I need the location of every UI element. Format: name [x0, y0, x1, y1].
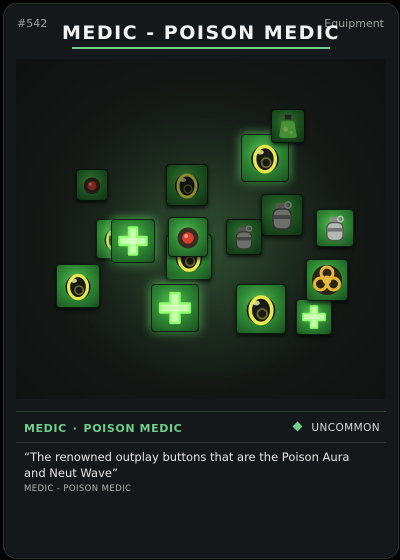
ability-tile-mine: [76, 169, 108, 201]
ability-tile-poison-flask: [271, 109, 305, 143]
card-meta-row: MEDIC · POISON MEDIC UNCOMMON: [24, 421, 380, 438]
card-artwork: [16, 59, 386, 399]
ability-tile-mine: [168, 217, 208, 257]
flavor-text: “The renowned outplay buttons that are t…: [24, 450, 350, 480]
ability-tile-medic-cross: [296, 299, 332, 335]
ability-tile-gas-grenade: [261, 194, 303, 236]
card-subline: MEDIC - POISON MEDIC: [24, 484, 132, 494]
meta-separator: ·: [72, 422, 78, 435]
rarity-badge: UNCOMMON: [292, 421, 380, 434]
equipment-card: #542 Equipment MEDIC - POISON MEDIC MEDI…: [3, 3, 399, 559]
ability-tile-biohazard: [306, 259, 348, 301]
ability-tile-medic-cross: [111, 219, 155, 263]
ability-tile-grenade: [166, 164, 208, 206]
ability-tile-grenade: [236, 284, 286, 334]
subclass-name: POISON MEDIC: [83, 422, 183, 435]
ability-tile-gas-grenade: [226, 219, 262, 255]
divider: [16, 442, 386, 443]
ability-tile-medic-cross: [151, 284, 199, 332]
ability-tile-grenade: [56, 264, 100, 308]
class-name: MEDIC: [24, 422, 67, 435]
divider: [16, 411, 386, 412]
class-line: MEDIC · POISON MEDIC: [24, 422, 182, 435]
ability-tile-gas-grenade: [316, 209, 354, 247]
title-underline: [72, 47, 330, 49]
card-title: MEDIC - POISON MEDIC: [62, 22, 340, 44]
rarity-label: UNCOMMON: [311, 422, 380, 434]
diamond-icon: [292, 421, 303, 432]
